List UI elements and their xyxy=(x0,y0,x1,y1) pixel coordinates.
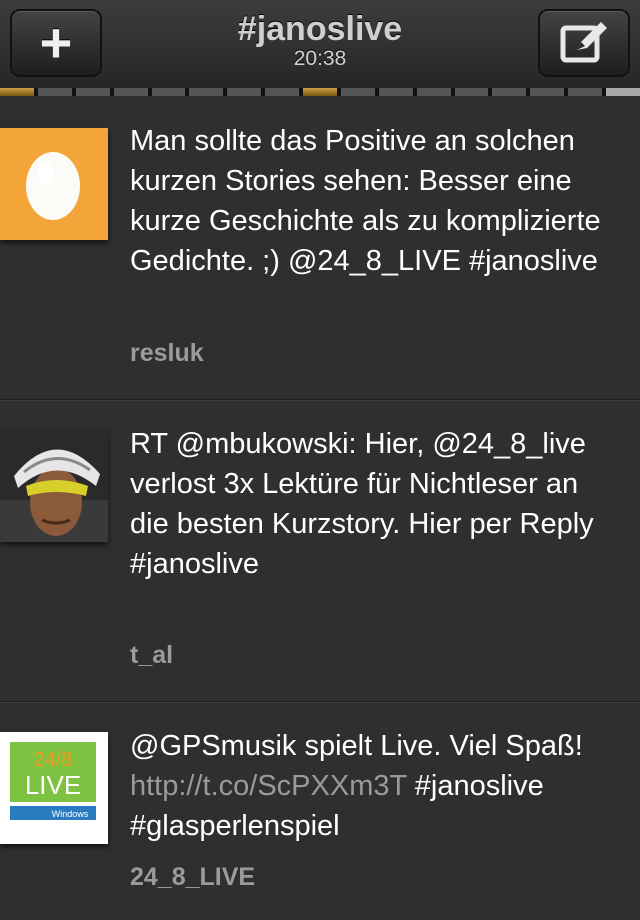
svg-text:LIVE: LIVE xyxy=(25,770,81,800)
tweet-username[interactable]: t_al xyxy=(130,641,173,670)
tweet-text: @GPSmusik spielt Live. Viel Spaß! http:/… xyxy=(130,726,620,846)
egg-icon xyxy=(26,152,80,220)
nav-bar: + #janoslive 20:38 xyxy=(0,0,640,89)
page-indicator-segment xyxy=(454,88,489,96)
compose-button[interactable] xyxy=(538,9,630,77)
page-indicator-segment xyxy=(416,88,451,96)
page-indicator-segment xyxy=(568,88,602,96)
248live-logo[interactable]: 24/8 LIVE Windows xyxy=(0,732,108,844)
page-indicator-segment xyxy=(113,88,148,96)
page-indicator-segment xyxy=(0,88,34,96)
cyclist-avatar[interactable] xyxy=(0,430,108,542)
tweet-username[interactable]: resluk xyxy=(130,339,204,368)
egg-avatar[interactable] xyxy=(0,128,108,240)
tweet-username[interactable]: 24_8_LIVE xyxy=(130,863,255,892)
page-indicator-segment xyxy=(75,88,110,96)
cyclist-photo-icon xyxy=(0,430,108,542)
page-indicator-segment xyxy=(265,88,299,96)
tweet-item[interactable]: RT @mbukowski: Hier, @24_8_live verlost … xyxy=(0,400,640,702)
tweet-text: Man sollte das Positive an solchen kurze… xyxy=(130,125,601,277)
248live-logo-icon: 24/8 LIVE Windows xyxy=(0,732,108,844)
svg-text:Windows: Windows xyxy=(52,809,89,819)
page-indicator-segment xyxy=(378,88,413,96)
page-indicator-segment xyxy=(189,88,224,96)
page-indicator-segment xyxy=(492,88,527,96)
page-indicator-segment xyxy=(227,88,262,96)
page-indicator-segment xyxy=(303,88,337,96)
tweet-text-part: @GPSmusik spielt Live. Viel Spaß! xyxy=(130,730,583,762)
page-indicator-segment xyxy=(151,88,186,96)
page-indicator xyxy=(0,88,640,96)
tweet-item[interactable]: Man sollte das Positive an solchen kurze… xyxy=(0,97,640,400)
tweet-link[interactable]: http://t.co/ScPXXm3T xyxy=(130,770,407,802)
svg-text:24/8: 24/8 xyxy=(34,749,73,771)
tweet-text: RT @mbukowski: Hier, @24_8_live verlost … xyxy=(130,428,594,580)
page-indicator-segment xyxy=(340,88,375,96)
compose-icon xyxy=(560,22,607,63)
page-indicator-segment xyxy=(530,88,565,96)
tweet-item[interactable]: 24/8 LIVE Windows @GPSmusik spielt Live.… xyxy=(0,702,640,920)
page-indicator-segment xyxy=(37,88,72,96)
page-indicator-segment xyxy=(606,88,640,96)
